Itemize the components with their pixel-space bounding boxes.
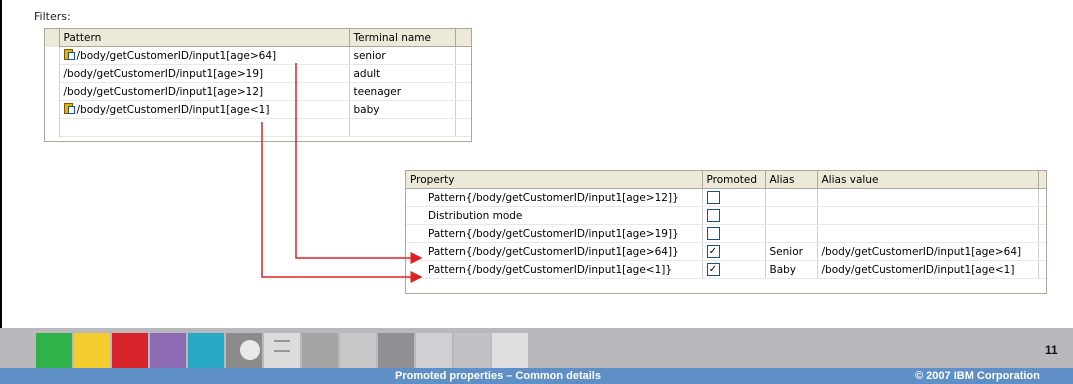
filters-table: Pattern Terminal name /body/getCustomerI… [44,28,472,142]
alias-column-header[interactable]: Alias [765,171,818,189]
alias-value-cell[interactable] [817,206,1039,225]
filter-pattern[interactable]: /body/getCustomerID/input1[age>12] [64,86,264,98]
baby-connector-arrow [261,122,423,283]
promoted-checkbox-checked[interactable]: ✓ [706,245,720,258]
promoted-pattern-icon [63,103,75,114]
filter-pattern[interactable]: /body/getCustomerID/input1[age>19] [64,68,264,80]
filter-row[interactable]: /body/getCustomerID/input1[age>19] adult [45,64,471,83]
pattern-column-header[interactable]: Pattern [59,29,350,47]
alias-value-column-header[interactable]: Alias value [817,171,1039,189]
promoted-checkbox[interactable] [706,209,720,222]
filter-terminal-name[interactable]: baby [349,100,456,119]
property-name: Pattern{/body/getCustomerID/input1[age>1… [406,224,703,243]
filter-terminal-name[interactable]: senior [349,46,456,65]
property-row[interactable]: Distribution mode [406,206,1046,225]
properties-table: Property Promoted Alias Alias value Patt… [405,170,1047,294]
property-name: Pattern{/body/getCustomerID/input1[age>6… [406,242,703,261]
filter-pattern[interactable]: /body/getCustomerID/input1[age<1] [77,104,270,116]
promoted-checkbox-checked[interactable]: ✓ [706,263,720,276]
page-number: 11 [1045,343,1058,357]
filters-label: Filters: [34,10,71,23]
alias-cell[interactable]: Baby [765,260,818,279]
filler-column-header [1038,171,1046,189]
property-row[interactable]: Pattern{/body/getCustomerID/input1[age>6… [406,242,1046,261]
alias-cell[interactable]: Senior [765,242,818,261]
promoted-checkbox[interactable] [706,227,720,240]
alias-cell[interactable] [765,188,818,207]
alias-cell[interactable] [765,224,818,243]
filter-terminal-name[interactable]: adult [349,64,456,83]
promoted-column-header[interactable]: Promoted [702,171,766,189]
alias-value-cell[interactable] [817,224,1039,243]
footer-title: Promoted properties – Common details [395,370,601,382]
property-name: Pattern{/body/getCustomerID/input1[age>1… [406,188,703,207]
footer-copyright: © 2007 IBM Corporation [915,370,1040,382]
filter-terminal-name[interactable]: teenager [349,82,456,101]
promoted-pattern-icon [63,49,75,60]
alias-value-cell[interactable] [817,188,1039,207]
property-row[interactable]: Pattern{/body/getCustomerID/input1[age>1… [406,224,1046,243]
filter-row[interactable]: /body/getCustomerID/input1[age<1] baby [45,100,471,119]
slide-frame-left [0,0,2,328]
alias-cell[interactable] [765,206,818,225]
promoted-checkbox[interactable] [706,191,720,204]
row-gutter-header [45,29,60,47]
alias-value-cell[interactable]: /body/getCustomerID/input1[age>64] [817,242,1039,261]
alias-value-cell[interactable]: /body/getCustomerID/input1[age<1] [817,260,1039,279]
filter-empty-row[interactable] [45,118,471,137]
terminal-name-column-header[interactable]: Terminal name [349,29,456,47]
property-row[interactable]: Pattern{/body/getCustomerID/input1[age>1… [406,188,1046,207]
property-column-header[interactable]: Property [406,171,703,189]
property-name: Pattern{/body/getCustomerID/input1[age<1… [406,260,703,279]
filler-column-header [455,29,471,47]
filter-pattern[interactable]: /body/getCustomerID/input1[age>64] [77,50,277,62]
property-name: Distribution mode [406,206,703,225]
property-row[interactable]: Pattern{/body/getCustomerID/input1[age<1… [406,260,1046,279]
ibm-banner-strip [0,328,1073,368]
filter-row[interactable]: /body/getCustomerID/input1[age>64] senio… [45,46,471,65]
filter-row[interactable]: /body/getCustomerID/input1[age>12] teena… [45,82,471,101]
